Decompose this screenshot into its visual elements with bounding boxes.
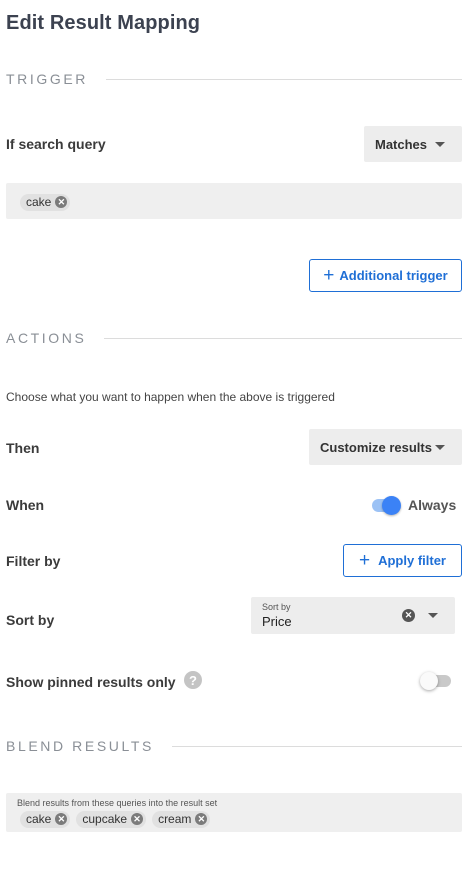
blend-field-caption: Blend results from these queries into th… [17,798,218,808]
sort-by-label: Sort by [6,612,55,628]
close-icon[interactable]: ✕ [195,813,208,825]
blend-chip: cupcake ✕ [76,810,147,828]
query-chip: cake ✕ [20,193,71,211]
section-divider [104,337,462,339]
blend-chip: cream ✕ [152,810,211,828]
blend-queries-field[interactable]: Blend results from these queries into th… [6,793,462,832]
blend-chip-label: cake [26,812,52,826]
if-search-query-label: If search query [6,136,106,152]
close-icon[interactable]: ✕ [55,196,68,208]
additional-trigger-button[interactable]: + Additional trigger [309,259,462,292]
filter-by-label: Filter by [6,553,61,569]
then-label: Then [6,440,40,456]
section-divider [171,745,462,747]
match-type-value: Matches [375,136,428,152]
blend-chip-list: cake ✕ cupcake ✕ cream ✕ [20,810,216,828]
sort-value: Price [262,614,292,629]
chevron-down-icon [435,142,445,147]
trigger-section-header: TRIGGER [6,69,462,89]
close-icon[interactable]: ✕ [131,813,144,825]
blend-chip: cake ✕ [20,810,71,828]
query-chip-label: cake [26,195,52,209]
additional-trigger-label: Additional trigger [339,268,448,283]
apply-filter-label: Apply filter [378,553,446,568]
blend-chip-label: cream [158,812,192,826]
when-label: When [6,497,45,513]
sort-field-caption: Sort by [262,602,291,612]
show-pinned-toggle[interactable] [420,671,452,691]
chevron-down-icon [435,445,445,450]
trigger-section-label: TRIGGER [6,71,88,87]
trigger-query-chips[interactable]: cake ✕ [6,183,462,219]
actions-section-label: ACTIONS [6,330,87,346]
then-action-value: Customize results [320,439,432,455]
match-type-select[interactable]: Matches [364,126,462,162]
chevron-down-icon[interactable] [428,613,438,618]
actions-description: Choose what you want to happen when the … [6,390,335,404]
apply-filter-button[interactable]: + Apply filter [343,544,462,577]
clear-icon[interactable]: ✕ [402,609,415,622]
toggle-thumb [420,672,438,690]
help-icon[interactable]: ? [184,671,202,689]
show-pinned-label: Show pinned results only [6,674,176,690]
then-action-select[interactable]: Customize results [309,429,462,465]
when-always-toggle[interactable]: Always [372,495,462,515]
section-divider [105,78,462,80]
toggle-thumb [382,496,401,515]
blend-chip-label: cupcake [82,812,128,826]
plus-icon: + [323,265,335,286]
plus-icon: + [358,550,371,571]
blend-section-header: BLEND RESULTS [6,736,462,756]
blend-section-label: BLEND RESULTS [6,738,154,754]
actions-section-header: ACTIONS [6,328,462,348]
page-title: Edit Result Mapping [6,12,201,34]
close-icon[interactable]: ✕ [55,813,68,825]
when-toggle-label: Always [408,497,457,513]
sort-by-select[interactable]: Sort by Price ✕ [251,597,455,634]
